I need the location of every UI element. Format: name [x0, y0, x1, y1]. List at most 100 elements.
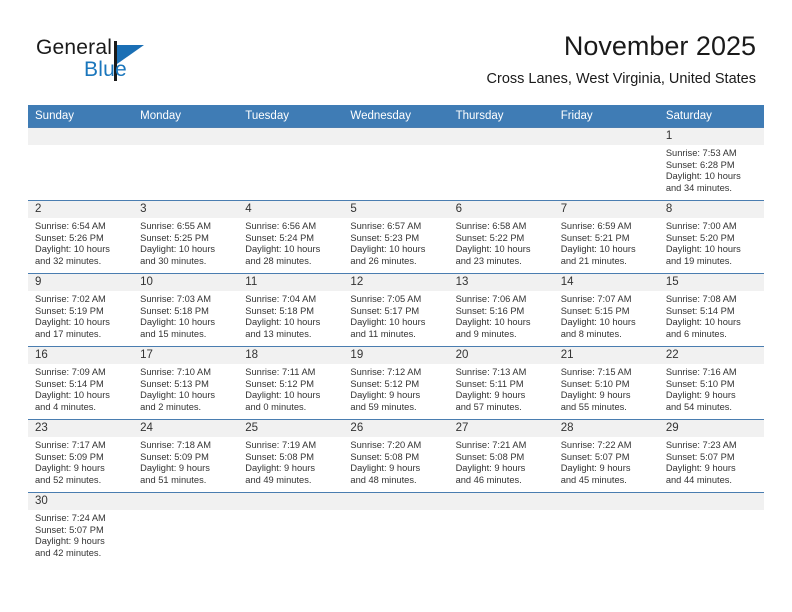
calendar-day-cell[interactable]: 11 Sunrise: 7:04 AM Sunset: 5:18 PM Dayligh… [238, 273, 344, 347]
calendar-day-cell[interactable]: 25 Sunrise: 7:19 AM Sunset: 5:08 PM Dayligh… [238, 419, 344, 493]
sunrise-text: Sunrise: 7:00 AM [665, 221, 737, 231]
day-sun-info: Sunrise: 6:55 AM Sunset: 5:25 PM Daylight:… [133, 218, 238, 267]
title-block: November 2025 Cross Lanes, West Virginia… [487, 30, 756, 88]
calendar-day-cell[interactable]: 13 Sunrise: 7:06 AM Sunset: 5:16 PM Dayligh… [448, 273, 554, 347]
empty-day-band [448, 128, 554, 145]
day-number: 18 [238, 347, 344, 364]
day-number: 2 [28, 201, 134, 218]
sunrise-text: Sunrise: 7:05 AM [350, 294, 422, 304]
calendar-day-cell[interactable]: 19 Sunrise: 7:12 AM Sunset: 5:12 PM Dayligh… [343, 346, 449, 420]
sunset-text: Sunset: 5:19 PM [35, 305, 104, 316]
daylight-2-text: and 32 minutes. [35, 255, 102, 266]
day-number: 10 [133, 274, 239, 291]
sunset-text: Sunset: 5:21 PM [560, 232, 630, 243]
daylight-2-text: and 30 minutes. [140, 255, 207, 266]
weekday-header-thursday: Thursday [448, 105, 554, 128]
sunset-text: Sunset: 5:11 PM [455, 378, 524, 389]
calendar-day-cell[interactable]: 30 Sunrise: 7:24 AM Sunset: 5:07 PM Dayligh… [28, 492, 134, 566]
page-title: November 2025 [563, 31, 756, 61]
empty-day-band [133, 493, 239, 510]
calendar-day-cell[interactable]: 18 Sunrise: 7:11 AM Sunset: 5:12 PM Dayligh… [238, 346, 344, 420]
calendar-day-cell[interactable]: 15 Sunrise: 7:08 AM Sunset: 5:14 PM Dayligh… [658, 273, 764, 347]
calendar-day-cell[interactable]: 20 Sunrise: 7:13 AM Sunset: 5:11 PM Dayligh… [448, 346, 554, 420]
daylight-1-text: Daylight: 10 hours [665, 171, 741, 182]
daylight-2-text: and 51 minutes. [140, 474, 207, 485]
calendar-day-cell[interactable]: 5 Sunrise: 6:57 AM Sunset: 5:23 PM Daylight… [343, 200, 449, 274]
sunrise-text: Sunrise: 6:56 AM [245, 221, 317, 231]
daylight-1-text: Daylight: 10 hours [245, 390, 321, 401]
sunrise-text: Sunrise: 7:20 AM [350, 440, 422, 450]
day-number: 7 [553, 201, 659, 218]
empty-day-band [28, 128, 134, 145]
daylight-1-text: Daylight: 10 hours [35, 244, 110, 255]
day-sun-info: Sunrise: 7:02 AM Sunset: 5:19 PM Daylight:… [28, 291, 133, 340]
calendar-day-cell-empty [238, 127, 344, 201]
sunrise-text: Sunrise: 7:22 AM [560, 440, 632, 450]
calendar-day-cell[interactable]: 23 Sunrise: 7:17 AM Sunset: 5:09 PM Dayligh… [28, 419, 134, 493]
calendar-day-cell[interactable]: 17 Sunrise: 7:10 AM Sunset: 5:13 PM Dayligh… [133, 346, 239, 420]
sunrise-text: Sunrise: 7:10 AM [140, 367, 211, 377]
daylight-2-text: and 6 minutes. [665, 328, 727, 339]
daylight-1-text: Daylight: 10 hours [140, 244, 216, 255]
calendar-day-cell-empty [238, 492, 344, 566]
daylight-2-text: and 26 minutes. [350, 255, 417, 266]
calendar-day-cell[interactable]: 12 Sunrise: 7:05 AM Sunset: 5:17 PM Dayligh… [343, 273, 449, 347]
sunrise-text: Sunrise: 7:02 AM [35, 294, 106, 304]
day-sun-info: Sunrise: 7:08 AM Sunset: 5:14 PM Daylight:… [659, 291, 764, 340]
day-number: 4 [238, 201, 344, 218]
daylight-2-text: and 34 minutes. [665, 182, 732, 193]
daylight-1-text: Daylight: 10 hours [35, 317, 110, 328]
calendar-day-cell[interactable]: 7 Sunrise: 6:59 AM Sunset: 5:21 PM Daylight… [553, 200, 659, 274]
daylight-1-text: Daylight: 9 hours [140, 463, 210, 474]
daylight-1-text: Daylight: 10 hours [455, 317, 531, 328]
calendar-day-cell[interactable]: 28 Sunrise: 7:22 AM Sunset: 5:07 PM Dayligh… [553, 419, 659, 493]
calendar-day-cell[interactable]: 16 Sunrise: 7:09 AM Sunset: 5:14 PM Dayligh… [28, 346, 134, 420]
sunrise-text: Sunrise: 6:59 AM [560, 221, 632, 231]
day-number: 17 [133, 347, 239, 364]
sunset-text: Sunset: 5:10 PM [665, 378, 735, 389]
calendar-week-row: 2 Sunrise: 6:54 AM Sunset: 5:26 PM Daylight… [28, 200, 764, 274]
calendar-day-cell[interactable]: 8 Sunrise: 7:00 AM Sunset: 5:20 PM Daylight… [658, 200, 764, 274]
sunset-text: Sunset: 5:26 PM [35, 232, 104, 243]
day-sun-info: Sunrise: 7:17 AM Sunset: 5:09 PM Daylight:… [28, 437, 133, 486]
calendar-day-cell[interactable]: 22 Sunrise: 7:16 AM Sunset: 5:10 PM Dayligh… [658, 346, 764, 420]
empty-day-band [343, 493, 449, 510]
day-sun-info: Sunrise: 7:04 AM Sunset: 5:18 PM Daylight:… [238, 291, 343, 340]
calendar-day-cell[interactable]: 27 Sunrise: 7:21 AM Sunset: 5:08 PM Dayligh… [448, 419, 554, 493]
sunset-text: Sunset: 5:09 PM [140, 451, 209, 462]
calendar-day-cell[interactable]: 29 Sunrise: 7:23 AM Sunset: 5:07 PM Dayligh… [658, 419, 764, 493]
daylight-1-text: Daylight: 9 hours [35, 463, 105, 474]
calendar-day-cell[interactable]: 9 Sunrise: 7:02 AM Sunset: 5:19 PM Daylight… [28, 273, 134, 347]
calendar-day-cell-empty [133, 492, 239, 566]
empty-day-band [238, 493, 344, 510]
calendar-day-cell[interactable]: 14 Sunrise: 7:07 AM Sunset: 5:15 PM Dayligh… [553, 273, 659, 347]
day-number: 25 [238, 420, 344, 437]
sunset-text: Sunset: 5:16 PM [455, 305, 525, 316]
sunrise-text: Sunrise: 7:18 AM [140, 440, 211, 450]
day-sun-info: Sunrise: 7:19 AM Sunset: 5:08 PM Daylight:… [238, 437, 343, 486]
empty-day-band [658, 493, 764, 510]
calendar-day-cell-empty [553, 492, 659, 566]
calendar-day-cell[interactable]: 21 Sunrise: 7:15 AM Sunset: 5:10 PM Dayligh… [553, 346, 659, 420]
daylight-1-text: Daylight: 9 hours [665, 463, 736, 474]
calendar-day-cell[interactable]: 24 Sunrise: 7:18 AM Sunset: 5:09 PM Dayligh… [133, 419, 239, 493]
calendar-week-row: 23 Sunrise: 7:17 AM Sunset: 5:09 PM Dayligh… [28, 419, 764, 493]
calendar-day-cell[interactable]: 3 Sunrise: 6:55 AM Sunset: 5:25 PM Daylight… [133, 200, 239, 274]
calendar-day-cell[interactable]: 1 Sunrise: 7:53 AM Sunset: 6:28 PM Daylight… [658, 127, 764, 201]
sunset-text: Sunset: 5:10 PM [560, 378, 630, 389]
general-blue-logo[interactable]: General Blue [36, 36, 216, 92]
daylight-2-text: and 0 minutes. [245, 401, 307, 412]
brand-word-general: General [36, 36, 113, 59]
calendar-day-cell-empty [448, 492, 554, 566]
daylight-2-text: and 52 minutes. [35, 474, 102, 485]
sunset-text: Sunset: 5:25 PM [140, 232, 209, 243]
day-number: 30 [28, 493, 134, 510]
day-number: 19 [343, 347, 449, 364]
calendar-day-cell[interactable]: 4 Sunrise: 6:56 AM Sunset: 5:24 PM Daylight… [238, 200, 344, 274]
calendar-day-cell[interactable]: 2 Sunrise: 6:54 AM Sunset: 5:26 PM Daylight… [28, 200, 134, 274]
calendar-day-cell[interactable]: 6 Sunrise: 6:58 AM Sunset: 5:22 PM Daylight… [448, 200, 554, 274]
calendar-day-cell-empty [658, 492, 764, 566]
calendar-day-cell[interactable]: 26 Sunrise: 7:20 AM Sunset: 5:08 PM Dayligh… [343, 419, 449, 493]
day-sun-info: Sunrise: 7:21 AM Sunset: 5:08 PM Daylight:… [449, 437, 554, 486]
calendar-day-cell[interactable]: 10 Sunrise: 7:03 AM Sunset: 5:18 PM Dayligh… [133, 273, 239, 347]
